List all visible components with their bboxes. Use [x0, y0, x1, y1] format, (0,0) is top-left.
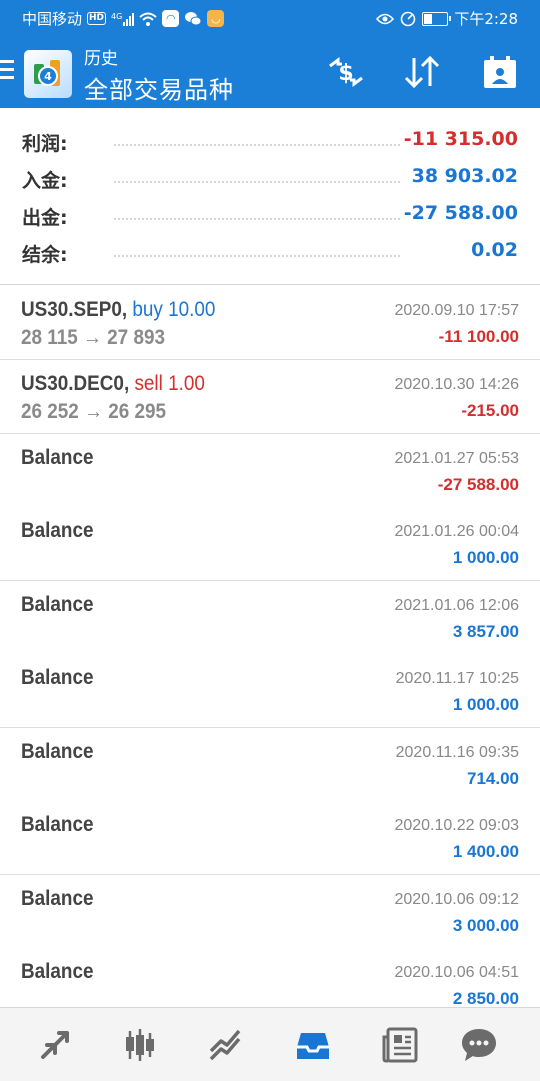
trade-date: 2021.01.27 05:53 [394, 450, 519, 467]
history-inbox-icon [297, 1032, 329, 1059]
app-bar-title: 历史 [84, 49, 118, 69]
svg-text:$: $ [338, 61, 353, 86]
news-icon [382, 1027, 418, 1062]
nav-trade[interactable] [10, 1008, 100, 1081]
nav-chat[interactable] [434, 1008, 524, 1081]
balance-title: Balance [21, 740, 94, 763]
speed-icon [401, 11, 416, 26]
balance-title: Balance [21, 593, 94, 616]
app-logo: 4 [24, 50, 72, 98]
trade-amount: -11 100.00 [438, 327, 519, 346]
trade-type: sell [134, 372, 163, 395]
nav-history[interactable] [268, 1008, 358, 1081]
trade-amount: 2 850.00 [452, 989, 519, 1008]
trade-date: 2020.11.17 10:25 [395, 670, 519, 687]
app-header: 中国移动 HD 4G ◠ ◡ 下午2:28 4 历史 全部交易品种 $ [0, 0, 540, 108]
summary-label: 结余: [22, 244, 68, 266]
eye-icon [376, 13, 395, 24]
balance-row[interactable]: Balance 2021.01.06 12:06 3 857.00 [0, 581, 540, 655]
status-bar: 中国移动 HD 4G ◠ ◡ 下午2:28 [0, 0, 540, 36]
trade-date: 2020.10.30 14:26 [394, 376, 519, 393]
dotted-leader [114, 255, 400, 257]
balance-title: Balance [21, 887, 94, 910]
balance-title: Balance [21, 446, 94, 469]
trade-row[interactable]: US30.DEC0, sell 1.00 26 252 → 26 295 202… [0, 360, 540, 434]
app-notification-icon: ◠ [162, 10, 180, 27]
symbol-filter-label[interactable]: 全部交易品种 [84, 70, 234, 105]
dotted-leader [114, 218, 400, 220]
nav-news[interactable] [355, 1008, 445, 1081]
hd-badge: HD [87, 12, 107, 25]
trade-date: 2020.10.22 09:03 [394, 817, 519, 834]
calendar-icon[interactable] [478, 50, 522, 94]
summary-label: 入金: [22, 170, 68, 192]
balance-title: Balance [21, 813, 94, 836]
nav-chart[interactable] [180, 1008, 270, 1081]
store-icon: ◡ [207, 10, 225, 27]
balance-title: Balance [21, 519, 94, 542]
trade-symbol: US30.SEP0, [21, 298, 128, 321]
summary-deposit-row: 入金: 38 903.02 [22, 163, 518, 193]
wifi-icon [139, 12, 157, 26]
trade-amount: 1 000.00 [452, 548, 519, 567]
wechat-icon [185, 11, 202, 25]
trend-line-icon [209, 1029, 241, 1060]
summary-value: -11 315.00 [403, 128, 518, 150]
balance-title: Balance [21, 666, 94, 689]
bottom-navigation [0, 1007, 540, 1081]
summary-value: 0.02 [471, 239, 518, 261]
trade-date: 2021.01.06 12:06 [394, 597, 519, 614]
trade-arrows-icon [41, 1030, 69, 1059]
app-bar: 4 历史 全部交易品种 $ [0, 36, 540, 108]
balance-row[interactable]: Balance 2021.01.27 05:53 -27 588.00 [0, 434, 540, 508]
trade-amount: -215.00 [461, 401, 519, 420]
currency-exchange-icon[interactable]: $ [324, 50, 368, 94]
balance-row[interactable]: Balance 2020.11.17 10:25 1 000.00 [0, 654, 540, 728]
summary-panel: 利润: -11 315.00 入金: 38 903.02 出金: -27 588… [0, 108, 540, 285]
trade-amount: 1 000.00 [452, 695, 519, 714]
dotted-leader [114, 181, 400, 183]
balance-row[interactable]: Balance 2021.01.26 00:04 1 000.00 [0, 507, 540, 581]
clock: 下午2:28 [454, 10, 518, 28]
trade-volume: 10.00 [168, 298, 216, 321]
summary-label: 利润: [22, 133, 68, 155]
trade-amount: -27 588.00 [437, 475, 519, 494]
battery-icon [422, 11, 452, 26]
trade-symbol: US30.DEC0, [21, 372, 130, 395]
candlestick-chart-icon [126, 1028, 154, 1061]
menu-icon[interactable] [0, 60, 14, 80]
summary-balance-row: 结余: 0.02 [22, 237, 518, 267]
chat-bubble-icon [462, 1028, 496, 1061]
trade-prices: 28 115 → 27 893 [21, 326, 165, 349]
balance-row[interactable]: Balance 2020.11.16 09:35 714.00 [0, 728, 540, 802]
trade-date: 2020.11.16 09:35 [395, 744, 519, 761]
trade-amount: 714.00 [467, 769, 519, 788]
dotted-leader [114, 144, 400, 146]
summary-label: 出金: [22, 207, 68, 229]
summary-profit-row: 利润: -11 315.00 [22, 126, 518, 156]
trade-date: 2020.10.06 04:51 [394, 964, 519, 981]
network-label: 4G [111, 11, 123, 21]
trade-amount: 3 857.00 [452, 622, 519, 641]
sort-icon[interactable] [400, 50, 444, 94]
summary-withdrawal-row: 出金: -27 588.00 [22, 200, 518, 230]
trade-amount: 3 000.00 [452, 916, 519, 935]
trade-date: 2020.09.10 17:57 [394, 302, 519, 319]
balance-title: Balance [21, 960, 94, 983]
trade-date: 2021.01.26 00:04 [394, 523, 519, 540]
nav-quotes-chart[interactable] [95, 1008, 185, 1081]
svg-text:4: 4 [44, 70, 52, 83]
trade-row[interactable]: US30.SEP0, buy 10.00 28 115 → 27 893 202… [0, 286, 540, 360]
trade-type: buy [132, 298, 163, 321]
trade-amount: 1 400.00 [452, 842, 519, 861]
carrier-label: 中国移动 [22, 10, 83, 28]
summary-value: 38 903.02 [411, 165, 518, 187]
balance-row[interactable]: Balance 2020.10.06 09:12 3 000.00 [0, 875, 540, 949]
summary-value: -27 588.00 [403, 202, 518, 224]
balance-row[interactable]: Balance 2020.10.22 09:03 1 400.00 [0, 801, 540, 875]
signal-icon: 4G [111, 11, 135, 26]
trade-prices: 26 252 → 26 295 [21, 400, 167, 423]
trade-volume: 1.00 [168, 372, 205, 395]
trade-date: 2020.10.06 09:12 [394, 891, 519, 908]
